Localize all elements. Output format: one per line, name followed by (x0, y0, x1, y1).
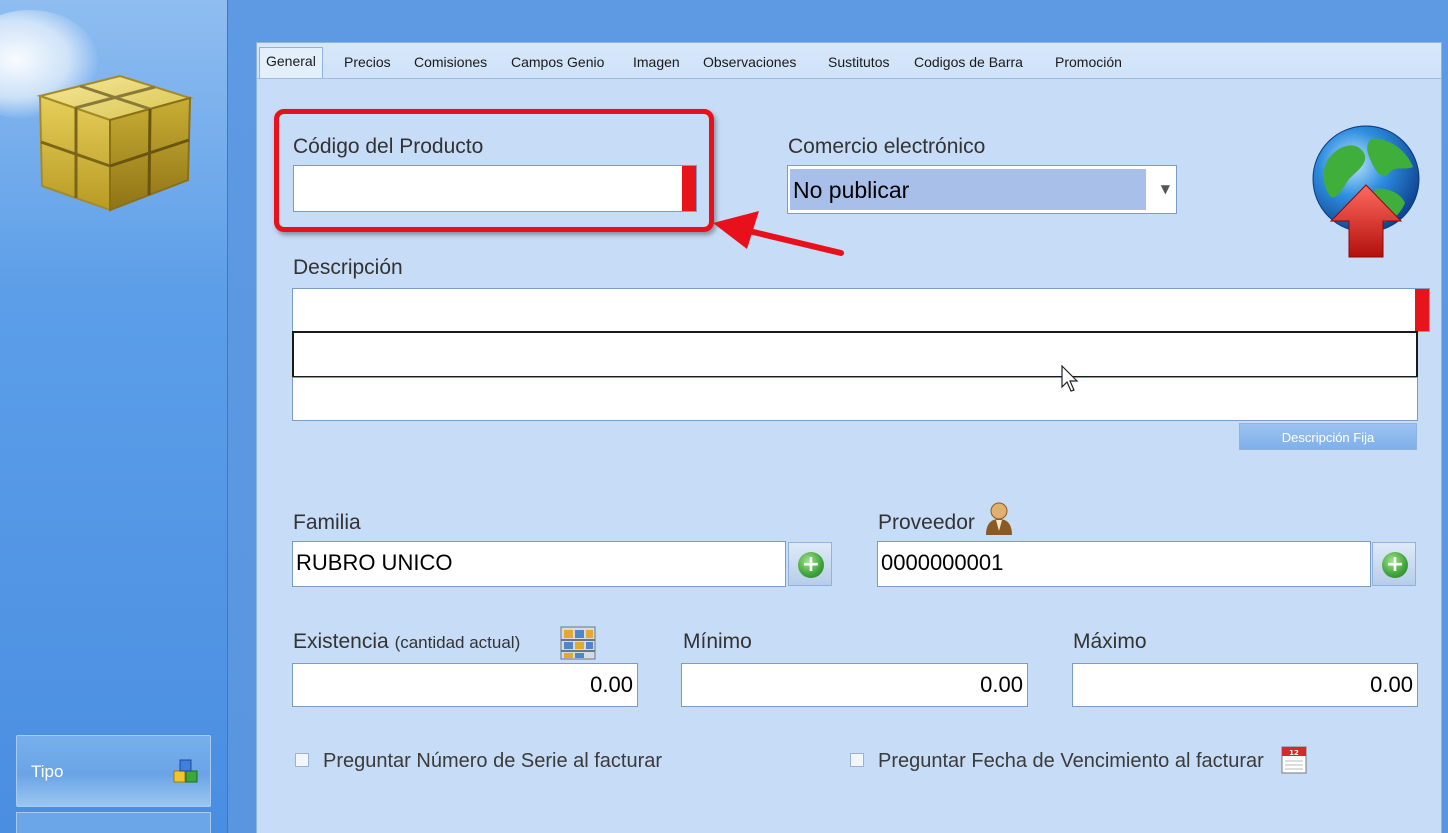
min-input[interactable]: 0.00 (681, 663, 1028, 707)
min-value: 0.00 (980, 672, 1023, 697)
tab-observaciones[interactable]: Observaciones (703, 54, 796, 70)
tab-sustitutos[interactable]: Sustitutos (828, 54, 889, 70)
max-input[interactable]: 0.00 (1072, 663, 1418, 707)
type-button-label: Tipo (31, 762, 64, 781)
stock-label-note: (cantidad actual) (394, 633, 521, 652)
required-marker (1415, 289, 1429, 331)
tab-general[interactable]: General (259, 47, 323, 78)
description-line-3[interactable] (292, 377, 1418, 421)
tab-promocion[interactable]: Promoción (1055, 54, 1122, 70)
product-cube-icon (36, 74, 194, 212)
ecommerce-label: Comercio electrónico (788, 135, 986, 158)
max-value: 0.00 (1370, 672, 1413, 697)
fixed-description-button[interactable]: Descripción Fija (1239, 423, 1417, 450)
plus-icon: + (798, 552, 824, 578)
description-line-2[interactable] (292, 331, 1418, 378)
description-line-1[interactable] (292, 288, 1430, 332)
annotation-arrow-icon (713, 211, 844, 256)
max-label: Máximo (1073, 630, 1147, 653)
family-input[interactable]: RUBRO UNICO (292, 541, 786, 587)
sidebar-button-next[interactable] (16, 812, 211, 833)
tab-codigos-de-barra[interactable]: Codigos de Barra (914, 54, 1023, 70)
family-value: RUBRO UNICO (296, 550, 453, 575)
family-label: Familia (293, 511, 361, 534)
tab-campos-genio[interactable]: Campos Genio (511, 54, 604, 70)
add-supplier-button[interactable]: + (1372, 542, 1416, 586)
warehouse-shelf-icon[interactable] (559, 625, 599, 663)
min-label: Mínimo (683, 630, 752, 653)
description-label: Descripción (293, 256, 403, 279)
stock-label: Existencia (cantidad actual) (293, 630, 521, 653)
stock-input[interactable]: 0.00 (292, 663, 638, 707)
supplier-value: 0000000001 (881, 550, 1004, 575)
blocks-icon (173, 759, 198, 783)
calendar-icon[interactable]: 12 (1280, 743, 1310, 777)
type-button[interactable]: Tipo (16, 735, 211, 807)
supplier-input[interactable]: 0000000001 (877, 541, 1371, 587)
plus-icon: + (1382, 552, 1408, 578)
add-family-button[interactable]: + (788, 542, 832, 586)
mouse-cursor-icon (1061, 365, 1079, 392)
ask-serial-label: Preguntar Número de Serie al facturar (323, 750, 663, 772)
ask-expiry-label: Preguntar Fecha de Vencimiento al factur… (878, 750, 1264, 772)
chevron-down-icon: ▼ (1160, 182, 1170, 196)
ecommerce-selected-value: No publicar (790, 169, 1146, 210)
svg-text:12: 12 (1289, 749, 1299, 757)
stock-value: 0.00 (590, 672, 633, 697)
tab-precios[interactable]: Precios (344, 54, 391, 70)
ask-expiry-checkbox[interactable] (850, 753, 864, 767)
ask-serial-checkbox[interactable] (295, 753, 309, 767)
supplier-label: Proveedor (878, 511, 975, 534)
tab-comisiones[interactable]: Comisiones (414, 54, 487, 70)
tab-imagen[interactable]: Imagen (633, 54, 680, 70)
globe-upload-icon[interactable] (1309, 121, 1423, 263)
sidebar: Tipo (0, 0, 228, 833)
tab-bar: General Precios Comisiones Campos Genio … (257, 43, 1441, 79)
annotation-highlight-box (274, 109, 714, 232)
supplier-person-icon[interactable] (984, 501, 1014, 535)
